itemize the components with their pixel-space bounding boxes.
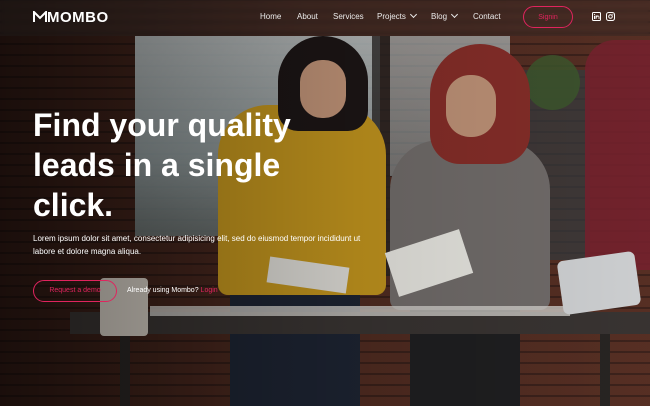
- brand-name: MOMBO: [47, 9, 109, 26]
- brand-logo[interactable]: MOMBO: [33, 9, 109, 26]
- linkedin-icon[interactable]: [592, 12, 601, 21]
- nav-contact[interactable]: Contact: [473, 12, 501, 21]
- logo-mark-icon: [33, 11, 47, 22]
- signin-button[interactable]: Signin: [523, 6, 573, 28]
- login-link[interactable]: Login: [201, 287, 218, 294]
- already-using-text: Already using Mombo? Login: [127, 287, 218, 294]
- chevron-down-icon: [409, 10, 417, 19]
- instagram-icon[interactable]: [606, 12, 615, 21]
- top-navbar: MOMBO Home About Services Projects Blog …: [0, 0, 650, 36]
- chevron-down-icon: [450, 10, 459, 19]
- nav-about[interactable]: About: [297, 12, 318, 21]
- nav-blog-label: Blog: [431, 12, 448, 21]
- nav-blog[interactable]: Blog: [431, 10, 459, 21]
- hero-description: Lorem ipsum dolor sit amet, consectetur …: [33, 234, 361, 256]
- request-demo-button[interactable]: Request a demo: [33, 280, 117, 302]
- hero-section: MOMBO Home About Services Projects Blog …: [0, 0, 650, 406]
- nav-projects[interactable]: Projects: [377, 10, 417, 21]
- nav-services[interactable]: Services: [333, 12, 364, 21]
- hero-headline: Find your quality leads in a single clic…: [33, 107, 291, 223]
- already-using-label: Already using Mombo?: [127, 287, 199, 294]
- nav-home[interactable]: Home: [260, 12, 281, 21]
- nav-projects-label: Projects: [377, 12, 406, 21]
